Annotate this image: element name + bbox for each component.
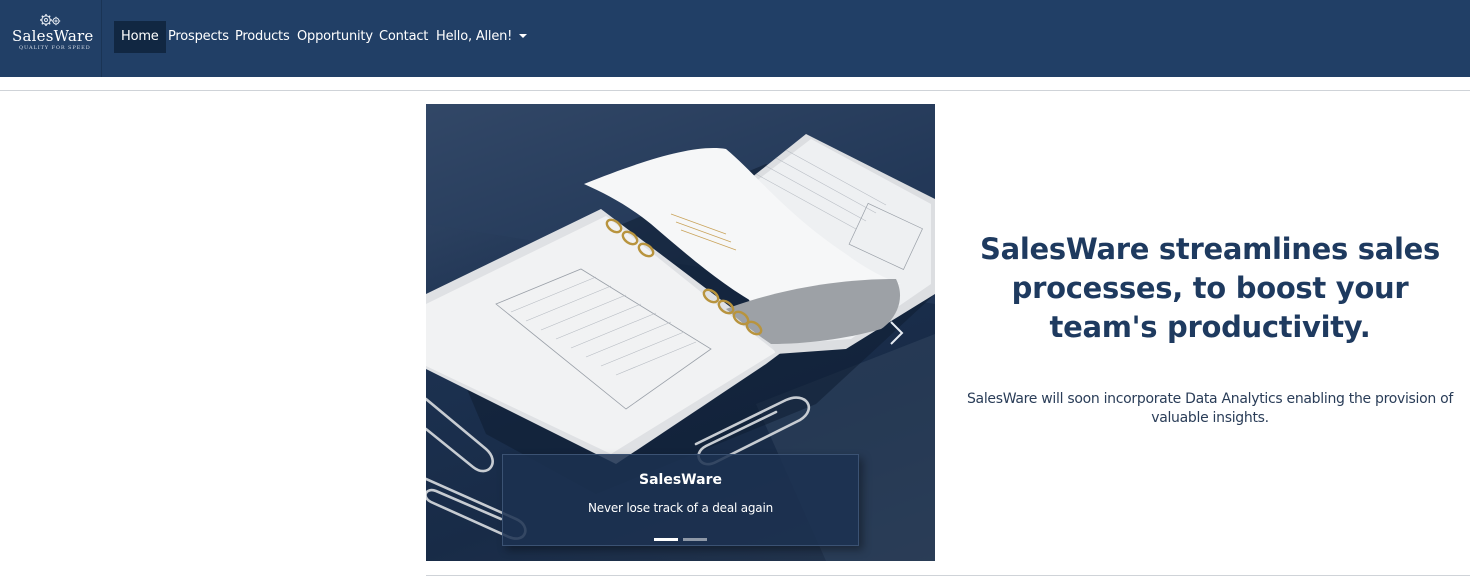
nav-prospects[interactable]: Prospects (161, 21, 236, 53)
top-navbar: SalesWare QUALITY FOR SPEED Home Prospec… (0, 0, 1470, 77)
nav-products[interactable]: Products (228, 21, 297, 53)
hero-subtitle: SalesWare will soon incorporate Data Ana… (966, 391, 1454, 426)
nav-home[interactable]: Home (114, 21, 166, 53)
chevron-right-icon[interactable] (884, 318, 908, 348)
carousel-indicator-2[interactable] (683, 538, 707, 541)
nav-opportunity[interactable]: Opportunity (290, 21, 380, 53)
gears-icon (40, 14, 61, 26)
brand-tagline: QUALITY FOR SPEED (19, 45, 91, 51)
image-carousel[interactable]: SalesWare Never lose track of a deal aga… (426, 104, 935, 561)
caret-down-icon (519, 34, 528, 38)
hero-title: SalesWare streamlines sales processes, t… (980, 232, 1440, 344)
carousel-indicator-1[interactable] (654, 538, 678, 541)
divider-bottom (426, 575, 1470, 576)
brand-name: SalesWare (12, 27, 94, 45)
caption-title: SalesWare (639, 472, 722, 488)
divider-top (0, 90, 1470, 91)
nav-contact[interactable]: Contact (372, 21, 435, 53)
user-greeting: Hello, Allen! (436, 29, 513, 44)
brand-logo[interactable]: SalesWare QUALITY FOR SPEED (0, 0, 102, 77)
user-menu-dropdown[interactable]: Hello, Allen! (429, 21, 534, 53)
carousel-caption: SalesWare Never lose track of a deal aga… (502, 454, 859, 546)
caption-text: Never lose track of a deal again (588, 501, 773, 515)
